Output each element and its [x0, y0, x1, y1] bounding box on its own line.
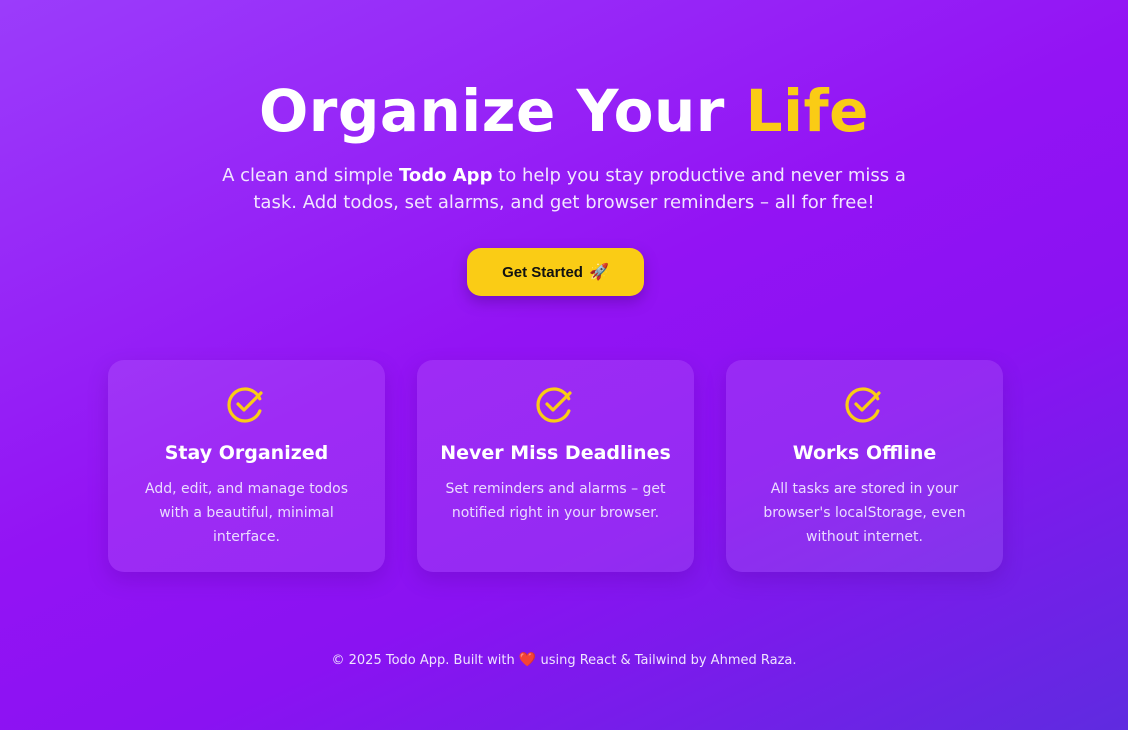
- rocket-icon: 🚀: [588, 264, 609, 281]
- feature-card-works-offline: Works Offline All tasks are stored in yo…: [726, 360, 1003, 572]
- hero-subtitle-app-name: Todo App: [398, 165, 493, 186]
- feature-card-title: Stay Organized: [164, 442, 329, 464]
- hero-subtitle: A clean and simple Todo App to help you …: [214, 162, 914, 216]
- feature-card-description: All tasks are stored in your browser's l…: [763, 481, 966, 545]
- footer-text-post: using React & Tailwind by Ahmed Raza.: [540, 653, 797, 668]
- feature-card-title: Works Offline: [792, 442, 937, 464]
- feature-card-description: Add, edit, and manage todos with a beaut…: [145, 481, 348, 545]
- hero-title-main: Organize Your: [258, 77, 725, 145]
- get-started-button[interactable]: Get Started 🚀: [467, 248, 644, 296]
- heart-icon: ❤️: [518, 652, 537, 668]
- hero-title-accent: Life: [745, 77, 870, 145]
- check-circle-icon: [536, 387, 572, 423]
- feature-card-never-miss-deadlines: Never Miss Deadlines Set reminders and a…: [417, 360, 694, 572]
- check-circle-icon: [845, 387, 881, 423]
- feature-card-stay-organized: Stay Organized Add, edit, and manage tod…: [108, 360, 385, 572]
- check-circle-icon: [227, 387, 263, 423]
- hero-subtitle-pre: A clean and simple: [222, 165, 399, 186]
- feature-card-title: Never Miss Deadlines: [440, 442, 671, 464]
- footer-text-pre: © 2025 Todo App. Built with: [331, 653, 515, 668]
- footer: © 2025 Todo App. Built with ❤️ using Rea…: [0, 652, 1128, 668]
- hero-title: Organize Your Life: [0, 78, 1128, 144]
- get-started-label: Get Started: [502, 263, 583, 281]
- feature-card-description: Set reminders and alarms – get notified …: [445, 481, 666, 521]
